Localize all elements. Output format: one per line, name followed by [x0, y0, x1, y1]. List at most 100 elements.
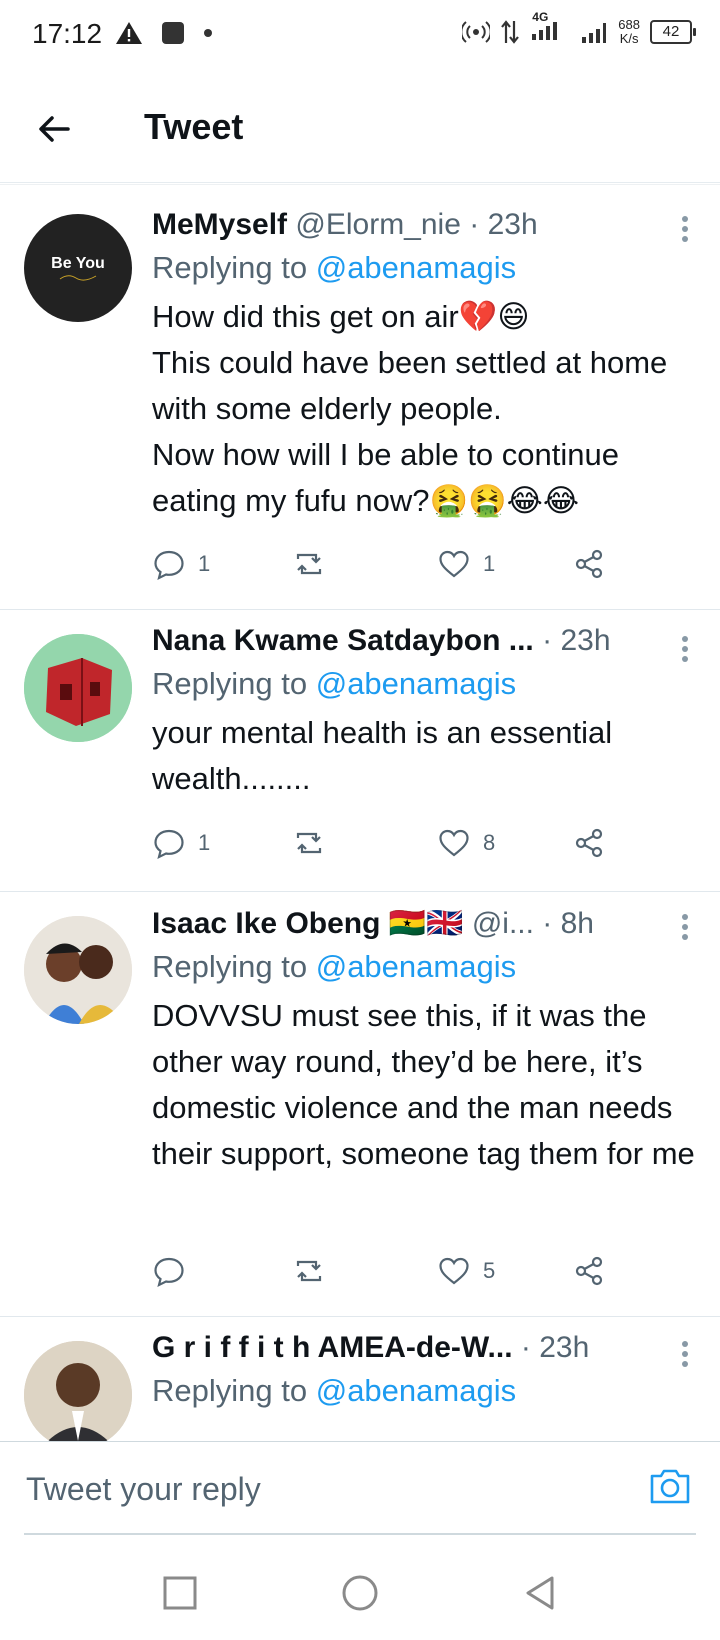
heart-icon [439, 550, 469, 578]
replying-to: Replying to @abenamagis [152, 250, 696, 286]
display-name[interactable]: Isaac Ike Obeng 🇬🇭🇬🇧 [152, 907, 463, 940]
like-button[interactable]: 5 [437, 1254, 495, 1288]
retweet-icon [296, 553, 322, 575]
page-title: Tweet [144, 106, 244, 147]
replying-prefix: Replying to [152, 666, 316, 701]
status-bar: 17:12 4G 688 K/s 42 [0, 0, 720, 72]
tweet-content: Isaac Ike Obeng 🇬🇭🇬🇧 @i... · 8h Replying… [152, 906, 696, 1177]
tweet-content: Nana Kwame Satdaybon ... · 23h Replying … [152, 624, 696, 802]
user-handle[interactable]: @Elorm_nie [295, 208, 461, 241]
avatar-image [24, 1341, 132, 1441]
tweet-content: G r i f f i t h AMEA-de-W... · 23h Reply… [152, 1331, 696, 1409]
status-left-icons [115, 20, 213, 46]
tweet-reply[interactable]: Isaac Ike Obeng 🇬🇭🇬🇧 @i... · 8h Replying… [0, 892, 720, 1317]
avatar[interactable] [24, 1341, 132, 1441]
speed-value: 688 [618, 17, 640, 32]
comment-icon [154, 1257, 184, 1288]
mention-link[interactable]: @abenamagis [316, 250, 516, 285]
reply-button[interactable]: 1 [152, 547, 210, 581]
tweet-content: MeMyself @Elorm_nie · 23h Replying to @a… [152, 208, 696, 524]
retweet-icon [296, 832, 322, 854]
reply-button[interactable] [152, 1254, 198, 1288]
avatar[interactable] [24, 916, 132, 1024]
mention-link[interactable]: @abenamagis [316, 666, 516, 701]
retweet-icon [296, 1260, 322, 1282]
replying-prefix: Replying to [152, 250, 316, 285]
more-options-icon[interactable] [680, 632, 690, 666]
avatar-image [24, 916, 132, 1024]
display-name[interactable]: G r i f f i t h AMEA-de-W... [152, 1331, 513, 1364]
back-nav-button[interactable] [520, 1573, 560, 1613]
back-button[interactable] [30, 104, 80, 154]
home-button[interactable] [340, 1573, 380, 1613]
recent-apps-button[interactable] [160, 1573, 200, 1613]
reply-input[interactable] [24, 1442, 548, 1536]
retweet-button[interactable] [292, 826, 338, 860]
replying-prefix: Replying to [152, 1373, 316, 1408]
retweet-button[interactable] [292, 1254, 338, 1288]
tweet-header: Isaac Ike Obeng 🇬🇭🇬🇧 @i... · 8h [152, 906, 696, 941]
signal-icon-2 [582, 23, 607, 43]
more-options-icon[interactable] [680, 1337, 690, 1371]
signature-icon [59, 275, 97, 281]
tweet-time: · 23h [520, 1331, 590, 1364]
like-button[interactable]: 1 [437, 547, 495, 581]
comment-icon [154, 829, 184, 860]
display-name[interactable]: MeMyself [152, 208, 287, 241]
warning-icon [116, 22, 142, 44]
avatar[interactable] [24, 634, 132, 742]
mention-link[interactable]: @abenamagis [316, 1373, 516, 1408]
tweet-actions: 1 8 [152, 826, 622, 866]
comment-icon [154, 550, 184, 581]
replying-prefix: Replying to [152, 949, 316, 984]
data-transfer-icon [501, 20, 520, 44]
tweet-actions: 1 1 [152, 547, 622, 587]
network-speed: 688 K/s [618, 18, 640, 46]
battery-level: 42 [662, 23, 680, 40]
avatar-text: Be You [51, 255, 105, 272]
camera-button[interactable] [648, 1466, 692, 1506]
tweet-header: Nana Kwame Satdaybon ... · 23h [152, 624, 696, 658]
more-options-icon[interactable] [680, 212, 690, 246]
replying-to: Replying to @abenamagis [152, 1373, 696, 1409]
speed-unit: K/s [619, 31, 639, 46]
share-button[interactable] [572, 547, 606, 581]
tweet-text: your mental health is an essential wealt… [152, 715, 613, 796]
tweet-actions: 5 [152, 1254, 622, 1294]
tweet-text: DOVVSU must see this, if it was the othe… [152, 998, 695, 1171]
like-count: 1 [483, 551, 496, 576]
heart-icon [439, 829, 469, 857]
tweet-header: MeMyself @Elorm_nie · 23h [152, 208, 696, 242]
user-handle[interactable]: @i... [472, 907, 534, 940]
top-app-bar: Tweet [0, 72, 720, 183]
app-notification-icon [162, 22, 184, 44]
share-icon [575, 828, 603, 858]
network-type: 4G [532, 10, 549, 24]
replying-to: Replying to @abenamagis [152, 666, 696, 702]
retweet-button[interactable] [292, 547, 338, 581]
more-options-icon[interactable] [680, 910, 690, 944]
camera-icon [650, 1469, 690, 1504]
tweet-reply[interactable]: G r i f f i t h AMEA-de-W... · 23h Reply… [0, 1317, 720, 1441]
square-icon [163, 1576, 197, 1610]
arrow-left-icon [39, 116, 70, 142]
like-count: 5 [483, 1258, 496, 1283]
tweet-text: How did this get on air💔😄 This could hav… [152, 299, 668, 518]
share-button[interactable] [572, 826, 606, 860]
reply-count: 1 [198, 551, 211, 576]
tweet-reply[interactable]: Be You MeMyself @Elorm_nie · 23h Replyin… [0, 192, 720, 610]
header-divider [0, 184, 720, 191]
reply-button[interactable]: 1 [152, 826, 210, 860]
mention-link[interactable]: @abenamagis [316, 949, 516, 984]
like-button[interactable]: 8 [437, 826, 495, 860]
status-right-icons: 4G 688 K/s 42 [462, 10, 696, 48]
share-button[interactable] [572, 1254, 606, 1288]
heart-icon [439, 1257, 469, 1285]
avatar-image [24, 634, 132, 742]
system-nav-bar [0, 1535, 720, 1640]
avatar[interactable]: Be You [24, 214, 132, 322]
reply-count: 1 [198, 830, 211, 855]
tweet-time: · 23h [469, 208, 538, 241]
display-name[interactable]: Nana Kwame Satdaybon ... [152, 624, 534, 657]
tweet-reply[interactable]: Nana Kwame Satdaybon ... · 23h Replying … [0, 610, 720, 892]
